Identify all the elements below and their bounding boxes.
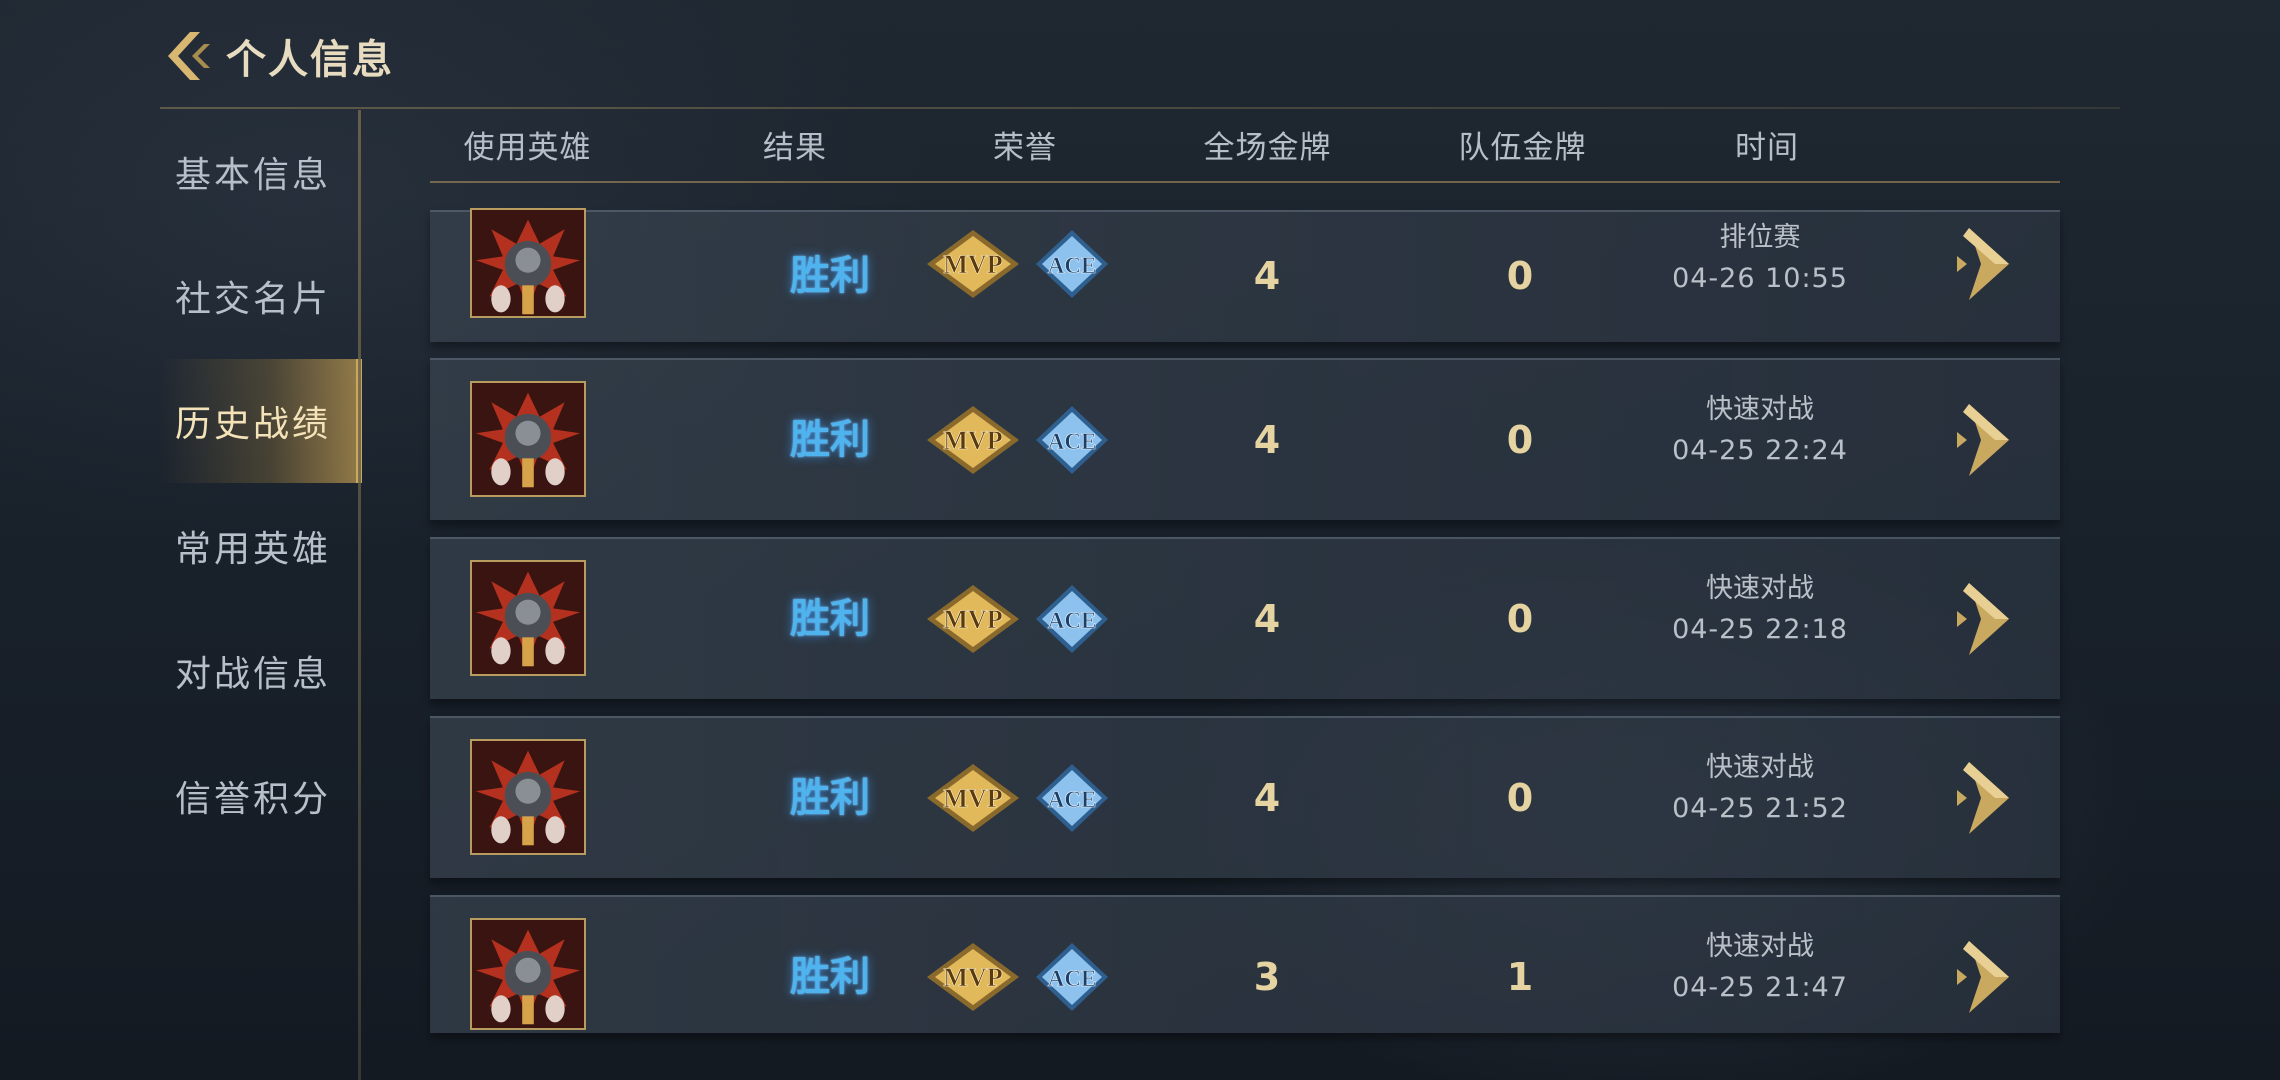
mvp-badge-icon: MVP: [927, 943, 1019, 1011]
result-victory: 胜利: [790, 954, 870, 1000]
match-time: 04-25 21:52: [1672, 793, 1848, 824]
total-gold-count: 3: [1253, 955, 1281, 999]
total-gold-count: 4: [1253, 254, 1281, 298]
team-gold-count: 0: [1506, 597, 1534, 641]
mvp-badge-icon: MVP: [927, 406, 1019, 474]
table-row[interactable]: 胜利 MVP ACE 3 1 快速对战 04-25 21:47: [430, 895, 2060, 1033]
detail-chevron-icon[interactable]: [1955, 939, 2011, 1015]
detail-chevron-icon[interactable]: [1955, 226, 2011, 302]
svg-text:MVP: MVP: [943, 426, 1002, 455]
match-time-block: 快速对战 04-25 21:52: [1645, 748, 1875, 830]
column-header-team-gold: 队伍金牌: [1458, 130, 1587, 166]
team-gold-count: 0: [1506, 254, 1534, 298]
match-time: 04-25 22:18: [1672, 614, 1848, 645]
hero-portrait: [470, 208, 586, 318]
column-header-result: 结果: [763, 130, 827, 166]
sidebar-item-match-history[interactable]: 历史战绩: [160, 359, 362, 483]
match-mode: 快速对战: [1706, 752, 1814, 783]
svg-text:ACE: ACE: [1048, 253, 1097, 278]
page-title: 个人信息: [226, 37, 394, 83]
sidebar-divider: [358, 110, 361, 1080]
svg-text:ACE: ACE: [1048, 966, 1097, 991]
svg-text:MVP: MVP: [943, 963, 1002, 992]
match-time-block: 快速对战 04-25 22:24: [1645, 390, 1875, 472]
mvp-badge-icon: MVP: [927, 585, 1019, 653]
detail-chevron-icon[interactable]: [1955, 760, 2011, 836]
svg-text:ACE: ACE: [1048, 429, 1097, 454]
result-victory: 胜利: [790, 417, 870, 463]
match-mode: 快速对战: [1706, 931, 1814, 962]
hero-portrait: [470, 918, 586, 1030]
match-time-block: 快速对战 04-25 21:47: [1645, 927, 1875, 1009]
ace-badge-icon: ACE: [1036, 406, 1108, 474]
result-victory: 胜利: [790, 596, 870, 642]
column-header-time: 时间: [1735, 130, 1799, 166]
sidebar: 基本信息 社交名片 历史战绩 常用英雄 对战信息 信誉积分: [160, 110, 362, 1080]
match-time: 04-25 22:24: [1672, 435, 1848, 466]
sidebar-item-credit-score[interactable]: 信誉积分: [160, 734, 360, 858]
sidebar-item-basic-info[interactable]: 基本信息: [160, 110, 360, 234]
match-time: 04-25 21:47: [1672, 972, 1848, 1003]
back-chevron-icon: [168, 32, 210, 80]
sidebar-item-label: 历史战绩: [175, 404, 332, 445]
team-gold-count: 0: [1506, 776, 1534, 820]
detail-chevron-icon[interactable]: [1955, 402, 2011, 478]
match-mode: 快速对战: [1706, 573, 1814, 604]
sidebar-item-social-card[interactable]: 社交名片: [160, 234, 360, 358]
svg-text:MVP: MVP: [943, 250, 1002, 279]
ace-badge-icon: ACE: [1036, 230, 1108, 298]
detail-chevron-icon[interactable]: [1955, 581, 2011, 657]
match-time-block: 快速对战 04-25 22:18: [1645, 569, 1875, 651]
column-header-honor: 荣誉: [993, 130, 1057, 166]
total-gold-count: 4: [1253, 597, 1281, 641]
match-time: 04-26 10:55: [1672, 263, 1848, 294]
match-mode: 快速对战: [1706, 394, 1814, 425]
total-gold-count: 4: [1253, 418, 1281, 462]
sidebar-item-label: 信誉积分: [175, 779, 332, 820]
sidebar-item-label: 对战信息: [175, 654, 332, 695]
sidebar-item-label: 社交名片: [175, 279, 332, 320]
team-gold-count: 0: [1506, 418, 1534, 462]
sidebar-item-common-heroes[interactable]: 常用英雄: [160, 484, 360, 608]
sidebar-item-label: 基本信息: [175, 155, 332, 196]
result-victory: 胜利: [790, 775, 870, 821]
hero-portrait: [470, 560, 586, 676]
ace-badge-icon: ACE: [1036, 764, 1108, 832]
table-header-divider: [430, 181, 2060, 183]
mvp-badge-icon: MVP: [927, 764, 1019, 832]
total-gold-count: 4: [1253, 776, 1281, 820]
sidebar-item-label: 常用英雄: [175, 529, 332, 570]
ace-badge-icon: ACE: [1036, 943, 1108, 1011]
svg-text:ACE: ACE: [1048, 608, 1097, 633]
match-mode: 排位赛: [1719, 222, 1801, 253]
back-button[interactable]: 个人信息: [160, 18, 394, 94]
sidebar-item-battle-info[interactable]: 对战信息: [160, 609, 360, 733]
column-header-hero: 使用英雄: [463, 130, 592, 166]
mvp-badge-icon: MVP: [927, 230, 1019, 298]
svg-text:MVP: MVP: [943, 784, 1002, 813]
team-gold-count: 1: [1506, 955, 1534, 999]
result-victory: 胜利: [790, 253, 870, 299]
ace-badge-icon: ACE: [1036, 585, 1108, 653]
header-divider: [160, 107, 2120, 109]
svg-text:MVP: MVP: [943, 605, 1002, 634]
hero-portrait: [470, 381, 586, 497]
table-row[interactable]: 胜利 MVP ACE 4 0 快速对战 04-25 22:24: [430, 358, 2060, 520]
match-time-block: 排位赛 04-26 10:55: [1645, 218, 1875, 300]
svg-text:ACE: ACE: [1048, 787, 1097, 812]
column-header-total-gold: 全场金牌: [1203, 130, 1332, 166]
hero-portrait: [470, 739, 586, 855]
match-history-page: 个人信息 基本信息 社交名片 历史战绩 常用英雄 对战信息 信誉积分 使用英雄 …: [0, 0, 2280, 1080]
table-row[interactable]: 胜利 MVP ACE 4 0 快速对战 04-25 21:52: [430, 716, 2060, 878]
table-row[interactable]: 胜利 MVP ACE 4 0 快速对战 04-25 22:18: [430, 537, 2060, 699]
table-row[interactable]: 胜利 MVP ACE 4 0 排位赛 04-26 10:55: [430, 208, 2060, 342]
